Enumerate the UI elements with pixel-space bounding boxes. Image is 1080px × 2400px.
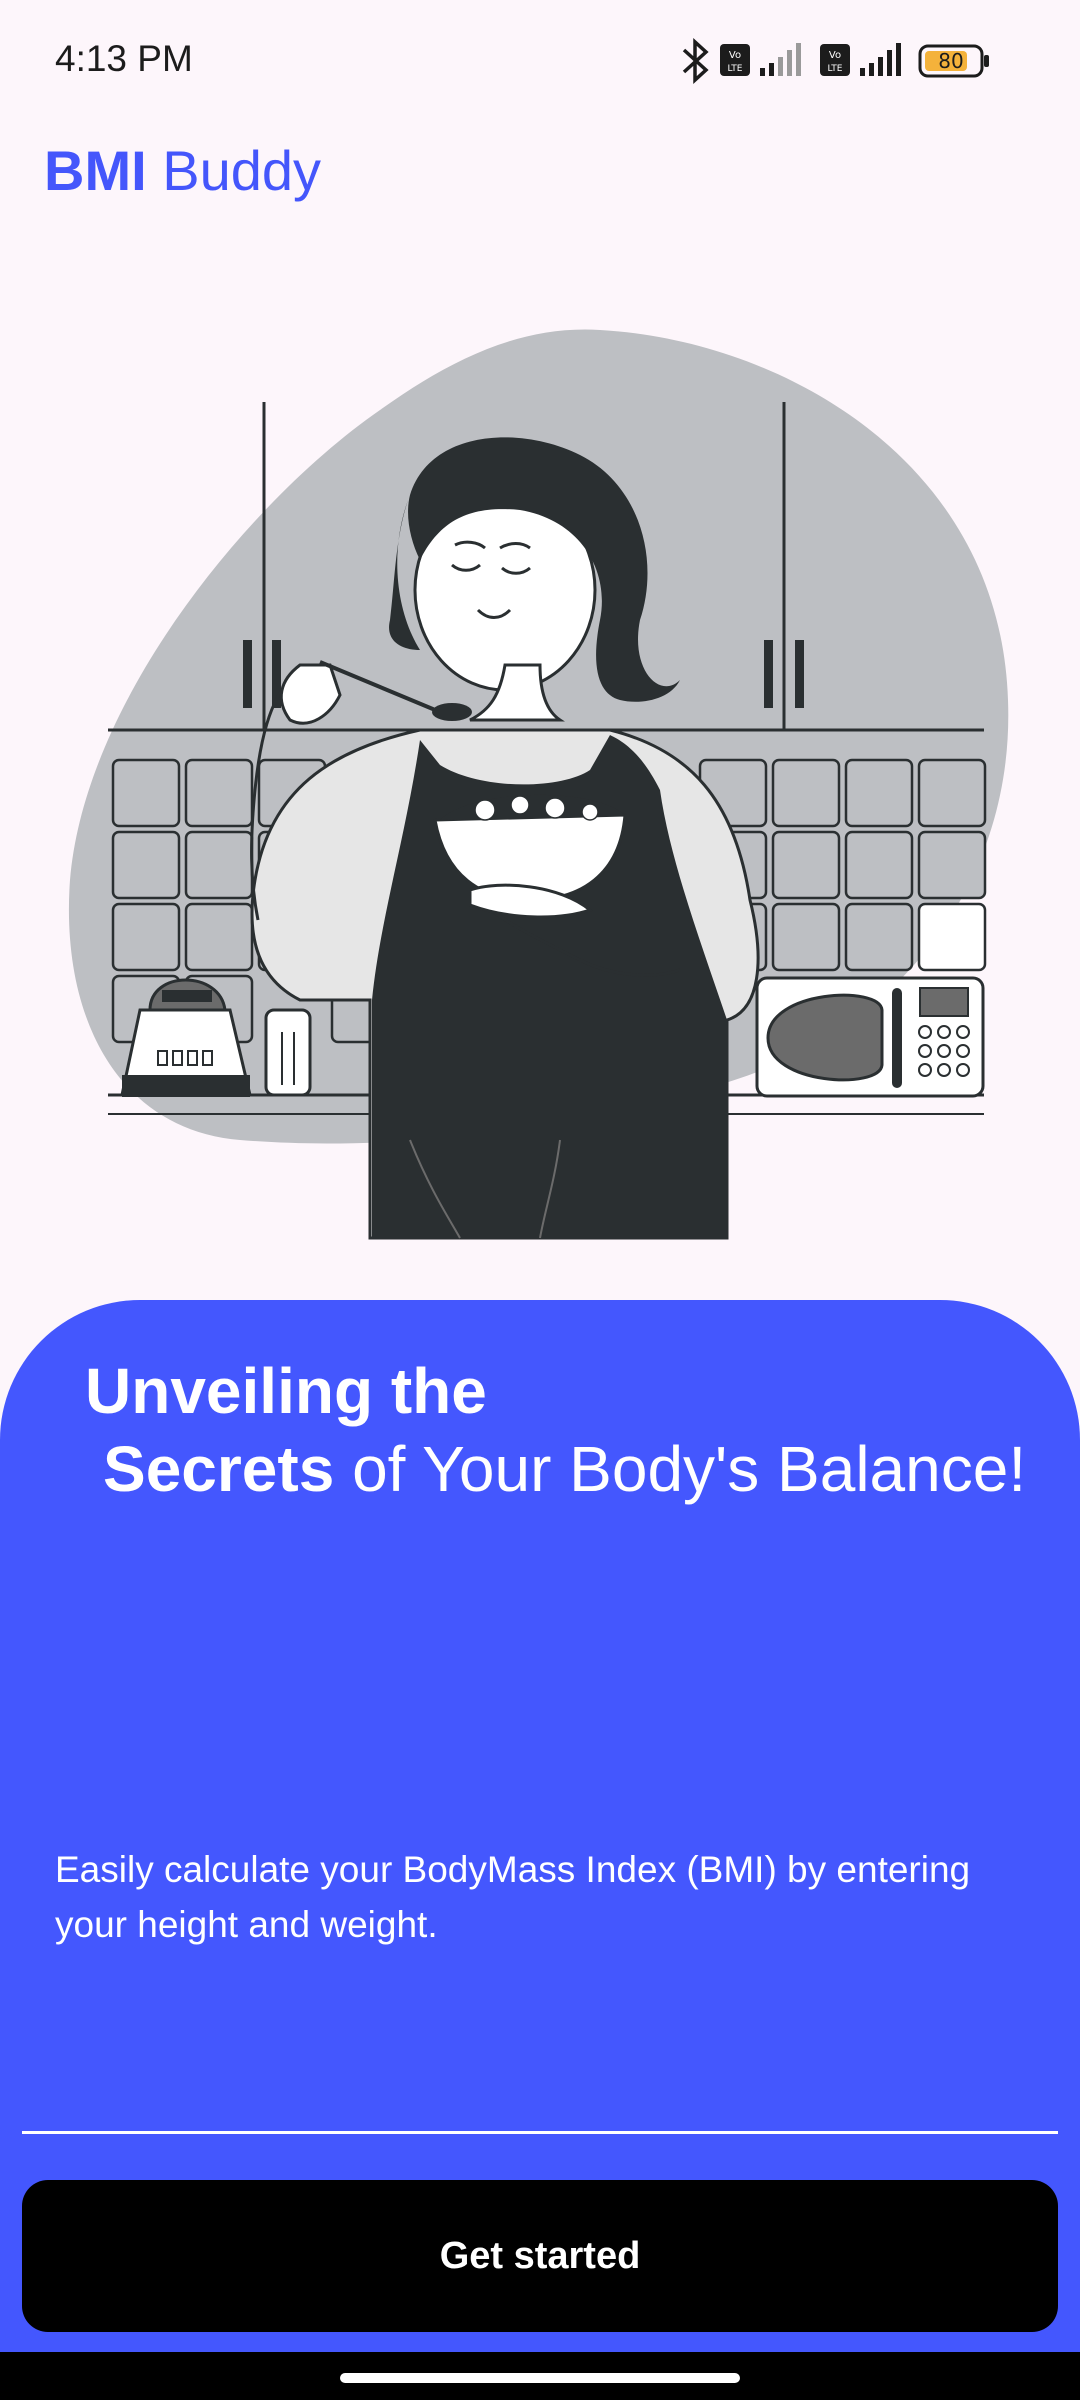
description: Easily calculate your BodyMass Index (BM…	[55, 1849, 971, 1945]
battery-icon: 80	[918, 44, 989, 78]
signal-icon	[760, 43, 801, 76]
svg-text:Vo: Vo	[729, 50, 741, 61]
signal-icon	[860, 43, 901, 76]
headline: Unveiling the Secrets of Your Body's Bal…	[85, 1352, 1045, 1508]
status-icons: Vo LTE Vo LTE 80	[682, 38, 989, 84]
get-started-button[interactable]: Get started	[22, 2180, 1058, 2332]
svg-text:Vo: Vo	[829, 50, 841, 61]
svg-text:LTE: LTE	[728, 64, 743, 74]
headline-line1: Unveiling the	[85, 1355, 487, 1427]
app-title-bold: BMI	[44, 139, 147, 202]
bluetooth-icon	[682, 38, 709, 84]
app-title: BMI Buddy	[44, 138, 321, 203]
home-gesture-handle[interactable]	[340, 2373, 740, 2383]
volte-icon: Vo LTE	[720, 44, 750, 76]
battery-level: 80	[938, 49, 963, 73]
app-title-rest: Buddy	[146, 139, 321, 202]
volte-icon: Vo LTE	[820, 44, 850, 76]
hero-illustration	[68, 329, 1009, 1240]
status-time: 4:13 PM	[55, 38, 193, 79]
headline-line2: Secrets of Your Body's Balance!	[85, 1430, 1045, 1508]
headline-bold: Secrets	[103, 1433, 335, 1505]
divider	[22, 2131, 1058, 2134]
headline-rest: of Your Body's Balance!	[334, 1433, 1027, 1505]
status-bar: 4:13 PM Vo LTE Vo LTE 80	[0, 0, 1080, 120]
svg-text:LTE: LTE	[828, 64, 843, 74]
